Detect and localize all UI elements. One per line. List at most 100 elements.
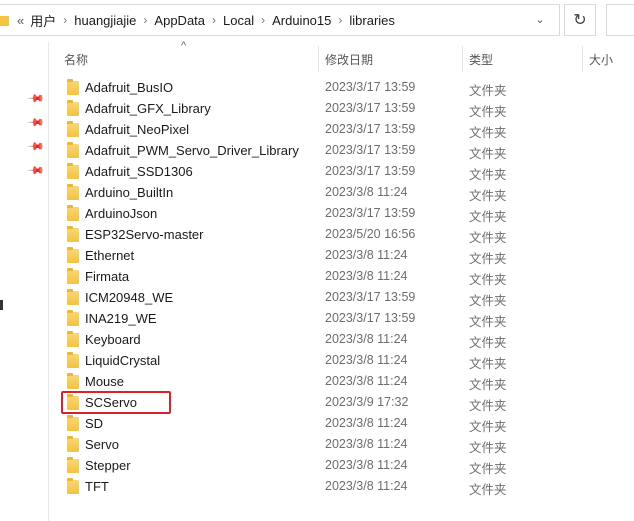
column-header-date[interactable]: 修改日期: [325, 51, 373, 68]
column-header-type[interactable]: 类型: [469, 51, 493, 68]
file-type: 文件夹: [469, 273, 507, 287]
column-header-size[interactable]: 大小: [589, 51, 613, 68]
breadcrumb-item-appdata[interactable]: AppData: [154, 13, 205, 28]
column-divider[interactable]: [462, 46, 463, 72]
file-row[interactable]: Adafruit_SSD1306 2023/3/17 13:59 文件夹: [0, 161, 634, 182]
column-header-name[interactable]: 名称: [64, 51, 88, 68]
file-row[interactable]: Arduino_BuiltIn 2023/3/8 11:24 文件夹: [0, 182, 634, 203]
breadcrumb-overflow-button[interactable]: «: [17, 13, 24, 28]
file-type: 文件夹: [469, 315, 507, 329]
file-date: 2023/3/8 11:24: [325, 185, 408, 199]
file-name: ESP32Servo-master: [85, 227, 204, 242]
breadcrumb-item-local[interactable]: Local: [223, 13, 254, 28]
breadcrumb-item-users[interactable]: 用户: [30, 11, 56, 30]
file-name: Stepper: [85, 458, 131, 473]
file-name: Mouse: [85, 374, 125, 389]
folder-icon: [67, 457, 79, 473]
file-row[interactable]: Mouse 2023/3/8 11:24 文件夹: [0, 371, 634, 392]
file-name: Adafruit_SSD1306: [85, 164, 193, 179]
breadcrumb: « 用户 › huangjiajie › AppData › Local › A…: [17, 5, 395, 35]
file-row[interactable]: Adafruit_PWM_Servo_Driver_Library 2023/3/…: [0, 140, 634, 161]
file-type: 文件夹: [469, 378, 507, 392]
file-row[interactable]: ICM20948_WE 2023/3/17 13:59 文件夹: [0, 287, 634, 308]
file-type: 文件夹: [469, 399, 507, 413]
file-row[interactable]: Adafruit_NeoPixel 2023/3/17 13:59 文件夹: [0, 119, 634, 140]
file-name: Adafruit_PWM_Servo_Driver_Library: [85, 143, 299, 158]
chevron-right-icon[interactable]: ›: [63, 13, 67, 27]
file-name: ArduinoJson: [85, 206, 158, 221]
file-date: 2023/3/8 11:24: [325, 437, 408, 451]
refresh-button[interactable]: ↻: [564, 4, 596, 36]
file-name: Servo: [85, 437, 119, 452]
chevron-right-icon[interactable]: ›: [338, 13, 342, 27]
folder-icon: [67, 163, 79, 179]
file-type: 文件夹: [469, 231, 507, 245]
file-row[interactable]: SD 2023/3/8 11:24 文件夹: [0, 413, 634, 434]
folder-icon: [67, 373, 79, 389]
file-type: 文件夹: [469, 483, 507, 497]
folder-icon: [67, 184, 79, 200]
file-row[interactable]: ESP32Servo-master 2023/5/20 16:56 文件夹: [0, 224, 634, 245]
file-type: 文件夹: [469, 336, 507, 350]
chevron-right-icon[interactable]: ›: [212, 13, 216, 27]
folder-icon: [67, 268, 79, 284]
file-type: 文件夹: [469, 84, 507, 98]
file-name: INA219_WE: [85, 311, 157, 326]
file-name: ICM20948_WE: [85, 290, 174, 305]
file-name: Arduino_BuiltIn: [85, 185, 174, 200]
file-row[interactable]: TFT 2023/3/8 11:24 文件夹: [0, 476, 634, 497]
address-bar-row: « 用户 › huangjiajie › AppData › Local › A…: [0, 0, 634, 42]
column-divider[interactable]: [582, 46, 583, 72]
breadcrumb-item-libraries[interactable]: libraries: [349, 13, 395, 28]
file-date: 2023/3/8 11:24: [325, 416, 408, 430]
chevron-right-icon[interactable]: ›: [261, 13, 265, 27]
file-type: 文件夹: [469, 420, 507, 434]
folder-icon: [67, 247, 79, 263]
file-date: 2023/3/8 11:24: [325, 479, 408, 493]
folder-icon: [0, 16, 9, 26]
folder-icon: [67, 142, 79, 158]
file-name: SD: [85, 416, 104, 431]
file-row[interactable]: Ethernet 2023/3/8 11:24 文件夹: [0, 245, 634, 266]
file-type: 文件夹: [469, 126, 507, 140]
address-bar[interactable]: « 用户 › huangjiajie › AppData › Local › A…: [0, 4, 560, 36]
file-row[interactable]: Stepper 2023/3/8 11:24 文件夹: [0, 455, 634, 476]
file-date: 2023/3/17 13:59: [325, 206, 416, 220]
file-row[interactable]: Firmata 2023/3/8 11:24 文件夹: [0, 266, 634, 287]
file-type: 文件夹: [469, 252, 507, 266]
file-type: 文件夹: [469, 105, 507, 119]
file-row[interactable]: ArduinoJson 2023/3/17 13:59 文件夹: [0, 203, 634, 224]
folder-icon: [67, 226, 79, 242]
file-date: 2023/3/8 11:24: [325, 374, 408, 388]
folder-icon: [67, 100, 79, 116]
file-row[interactable]: Keyboard 2023/3/8 11:24 文件夹: [0, 329, 634, 350]
chevron-right-icon[interactable]: ›: [143, 13, 147, 27]
breadcrumb-item-arduino15[interactable]: Arduino15: [272, 13, 331, 28]
file-row[interactable]: Adafruit_BusIO 2023/3/17 13:59 文件夹: [0, 77, 634, 98]
file-type: 文件夹: [469, 210, 507, 224]
file-row[interactable]: Servo 2023/3/8 11:24 文件夹: [0, 434, 634, 455]
file-row[interactable]: Adafruit_GFX_Library 2023/3/17 13:59 文件夹: [0, 98, 634, 119]
file-date: 2023/3/17 13:59: [325, 311, 416, 325]
file-type: 文件夹: [469, 189, 507, 203]
folder-icon: [67, 205, 79, 221]
file-type: 文件夹: [469, 147, 507, 161]
file-date: 2023/3/8 11:24: [325, 332, 408, 346]
breadcrumb-item-user[interactable]: huangjiajie: [74, 13, 136, 28]
folder-icon: [67, 415, 79, 431]
file-type: 文件夹: [469, 462, 507, 476]
column-divider[interactable]: [318, 46, 319, 72]
folder-icon: [67, 478, 79, 494]
file-name: Firmata: [85, 269, 130, 284]
file-row[interactable]: INA219_WE 2023/3/17 13:59 文件夹: [0, 308, 634, 329]
search-input[interactable]: [606, 4, 634, 36]
folder-icon: [67, 79, 79, 95]
file-name: TFT: [85, 479, 109, 494]
file-date: 2023/3/17 13:59: [325, 164, 416, 178]
file-date: 2023/3/17 13:59: [325, 143, 416, 157]
file-date: 2023/3/17 13:59: [325, 101, 416, 115]
file-name: Adafruit_GFX_Library: [85, 101, 211, 116]
file-row[interactable]: LiquidCrystal 2023/3/8 11:24 文件夹: [0, 350, 634, 371]
folder-icon: [67, 289, 79, 305]
chevron-down-icon[interactable]: ⌄: [533, 13, 547, 27]
